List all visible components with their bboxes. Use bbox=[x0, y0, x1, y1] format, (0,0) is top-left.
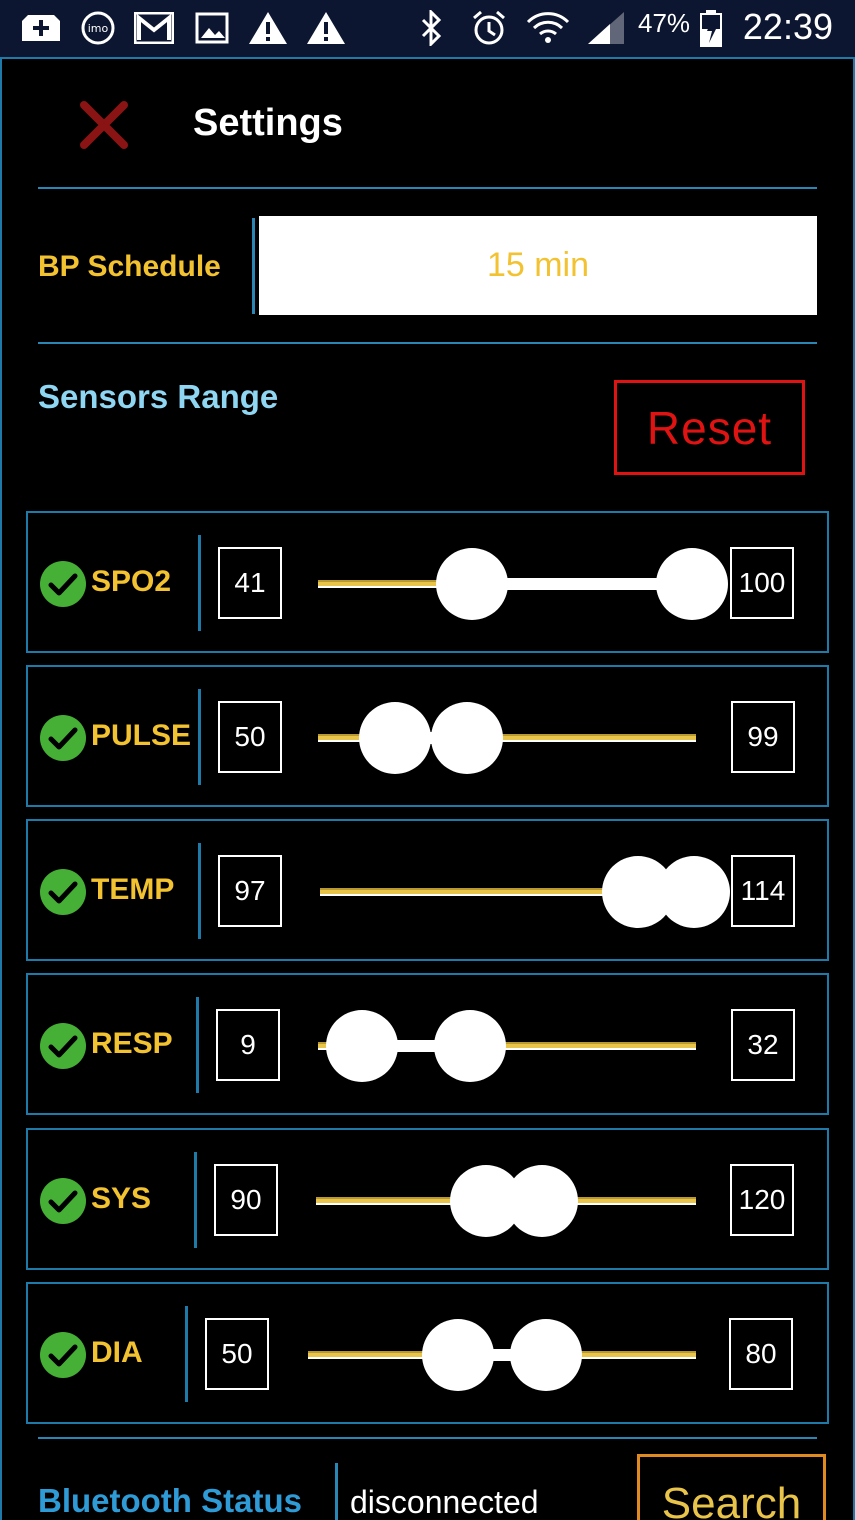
check-icon[interactable] bbox=[40, 869, 86, 915]
sensor-max-value: 32 bbox=[731, 1009, 795, 1081]
sensor-name: PULSE bbox=[91, 719, 192, 752]
search-button[interactable]: Search bbox=[637, 1454, 826, 1520]
sensor-row-dia: DIA 50 80 bbox=[26, 1282, 829, 1424]
sensor-min-value: 50 bbox=[205, 1318, 269, 1390]
sensor-min-value: 41 bbox=[218, 547, 282, 619]
divider bbox=[38, 1437, 817, 1439]
search-button-label: Search bbox=[661, 1479, 802, 1520]
sensor-name: TEMP bbox=[91, 873, 175, 906]
signal-icon bbox=[586, 10, 626, 46]
bp-schedule-field[interactable]: 15 min bbox=[259, 216, 817, 315]
divider bbox=[185, 1306, 188, 1402]
battery-icon bbox=[698, 10, 724, 47]
imo-icon: imo bbox=[80, 10, 116, 46]
sensor-max-value: 114 bbox=[731, 855, 795, 927]
sensors-range-title: Sensors Range bbox=[38, 378, 279, 415]
sensor-min-value: 9 bbox=[216, 1009, 280, 1081]
sensor-max-value: 100 bbox=[730, 547, 794, 619]
range-slider-max-thumb[interactable] bbox=[431, 702, 503, 774]
divider bbox=[38, 342, 817, 344]
sensor-name: RESP bbox=[91, 1027, 173, 1060]
check-icon[interactable] bbox=[40, 1023, 86, 1069]
divider bbox=[335, 1463, 338, 1520]
wifi-icon bbox=[526, 10, 570, 46]
divider bbox=[38, 187, 817, 189]
warning-icon bbox=[248, 10, 288, 46]
bluetooth-status-label: Bluetooth Status bbox=[38, 1482, 302, 1519]
bluetooth-status-value: disconnected bbox=[350, 1484, 539, 1520]
warning-icon bbox=[306, 10, 346, 46]
svg-text:imo: imo bbox=[88, 22, 109, 35]
close-button[interactable] bbox=[78, 99, 130, 151]
alarm-icon bbox=[470, 10, 508, 46]
range-slider-min-thumb[interactable] bbox=[326, 1010, 398, 1082]
sensor-max-value: 99 bbox=[731, 701, 795, 773]
divider bbox=[194, 1152, 197, 1248]
close-icon bbox=[80, 101, 128, 149]
sensor-name: SYS bbox=[91, 1182, 152, 1215]
range-slider-min-thumb[interactable] bbox=[436, 548, 508, 620]
add-box-icon bbox=[22, 10, 60, 46]
bp-schedule-label: BP Schedule bbox=[38, 250, 221, 283]
divider bbox=[198, 843, 201, 939]
sensor-row-temp: TEMP 97 114 bbox=[26, 819, 829, 961]
sensor-row-pulse: PULSE 50 99 bbox=[26, 665, 829, 807]
sensor-name: SPO2 bbox=[91, 565, 172, 598]
sensor-row-resp: RESP 9 32 bbox=[26, 973, 829, 1115]
sensor-row-sys: SYS 90 120 bbox=[26, 1128, 829, 1270]
range-slider-max-thumb[interactable] bbox=[658, 856, 730, 928]
battery-percent: 47% bbox=[638, 8, 691, 38]
status-bar: imo 47% 22:39 bbox=[0, 0, 855, 57]
range-slider-max-thumb[interactable] bbox=[510, 1319, 582, 1391]
image-icon bbox=[194, 10, 230, 46]
bluetooth-icon bbox=[418, 10, 446, 46]
sensor-min-value: 90 bbox=[214, 1164, 278, 1236]
check-icon[interactable] bbox=[40, 1332, 86, 1378]
clock: 22:39 bbox=[742, 6, 833, 47]
sensor-name: DIA bbox=[91, 1336, 143, 1369]
divider bbox=[198, 535, 201, 631]
divider bbox=[252, 218, 255, 314]
range-slider-max-thumb[interactable] bbox=[506, 1165, 578, 1237]
gmail-icon bbox=[134, 10, 174, 46]
divider bbox=[198, 689, 201, 785]
range-slider-max-thumb[interactable] bbox=[656, 548, 728, 620]
reset-button[interactable]: Reset bbox=[614, 380, 805, 475]
check-icon[interactable] bbox=[40, 1178, 86, 1224]
sensor-min-value: 50 bbox=[218, 701, 282, 773]
range-slider-min-thumb[interactable] bbox=[359, 702, 431, 774]
sensor-row-spo2: SPO2 41 100 bbox=[26, 511, 829, 653]
sensor-max-value: 120 bbox=[730, 1164, 794, 1236]
bp-schedule-value: 15 min bbox=[486, 246, 590, 284]
check-icon[interactable] bbox=[40, 561, 86, 607]
sensor-max-value: 80 bbox=[729, 1318, 793, 1390]
range-slider-min-thumb[interactable] bbox=[422, 1319, 494, 1391]
range-slider-max-thumb[interactable] bbox=[434, 1010, 506, 1082]
divider bbox=[196, 997, 199, 1093]
reset-button-label: Reset bbox=[646, 401, 773, 454]
sensor-min-value: 97 bbox=[218, 855, 282, 927]
page-title: Settings bbox=[193, 102, 343, 144]
check-icon[interactable] bbox=[40, 715, 86, 761]
